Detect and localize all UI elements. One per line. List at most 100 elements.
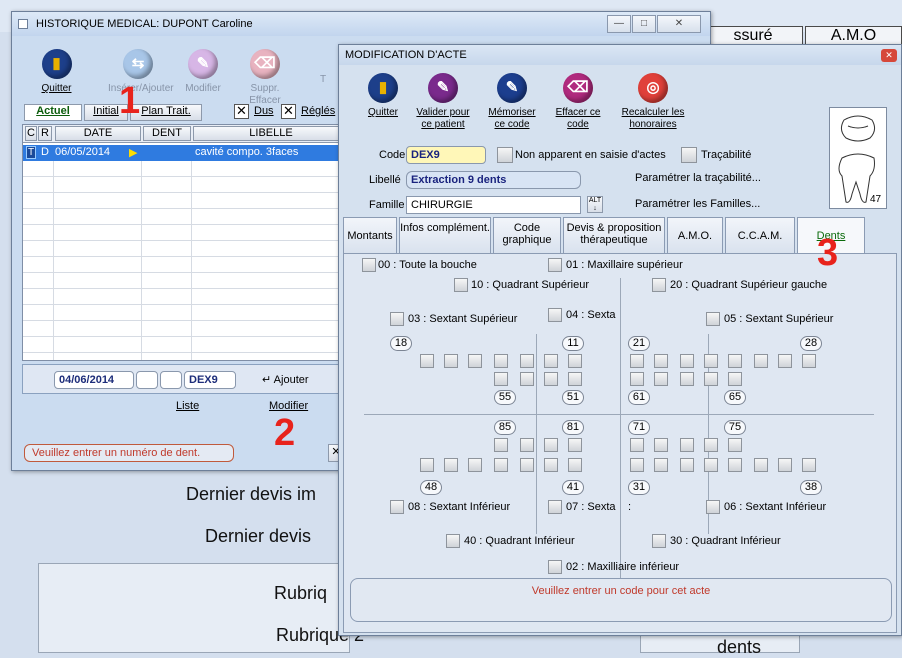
tooth-checkbox[interactable] (630, 372, 644, 386)
tab-devis-proposition[interactable]: Devis & proposition thérapeutique (563, 217, 665, 253)
header-r[interactable]: R (38, 126, 52, 141)
tooth-checkbox[interactable] (728, 372, 742, 386)
tooth-checkbox[interactable] (654, 372, 668, 386)
tooth-checkbox[interactable] (494, 372, 508, 386)
non-apparent-checkbox[interactable] (497, 147, 513, 163)
tooth-checkbox[interactable] (728, 438, 742, 452)
tooth-checkbox[interactable] (654, 354, 668, 368)
tooth-38[interactable]: 38 (800, 480, 822, 495)
famille-input[interactable]: CHIRURGIE (406, 196, 581, 214)
tooth-checkbox[interactable] (802, 354, 816, 368)
tooth-checkbox[interactable] (802, 458, 816, 472)
tooth-71[interactable]: 71 (628, 420, 650, 435)
tracabilite-checkbox[interactable] (681, 147, 697, 163)
tooth-checkbox[interactable] (520, 354, 534, 368)
param-familles-link[interactable]: Paramétrer les Familles... (635, 198, 760, 210)
alt-dropdown-button[interactable]: ALT ↓ (587, 196, 603, 213)
field-blank-1[interactable] (136, 371, 158, 389)
dus-checkbox[interactable]: ✕ (234, 104, 249, 119)
tooth-checkbox[interactable] (568, 372, 582, 386)
tooth-checkbox[interactable] (544, 354, 558, 368)
zone-02-button[interactable] (548, 560, 562, 574)
acte-close-icon[interactable]: ✕ (881, 49, 897, 62)
zone-07-button[interactable] (548, 500, 562, 514)
tooth-checkbox[interactable] (728, 354, 742, 368)
header-c[interactable]: C (25, 126, 37, 141)
historique-titlebar[interactable]: HISTORIQUE MEDICAL: DUPONT Caroline (12, 12, 710, 36)
tab-actuel[interactable]: Actuel (24, 104, 82, 121)
tooth-checkbox[interactable] (544, 372, 558, 386)
table-row[interactable]: T D 06/05/2014 ▶ cavité compo. 3faces (23, 145, 351, 161)
tooth-checkbox[interactable] (680, 458, 694, 472)
tooth-checkbox[interactable] (568, 354, 582, 368)
code-input[interactable]: DEX9 (406, 146, 486, 164)
tooth-55[interactable]: 55 (494, 390, 516, 405)
code-field[interactable]: DEX9 (184, 371, 236, 389)
tooth-checkbox[interactable] (494, 438, 508, 452)
date-field[interactable]: 04/06/2014 (54, 371, 134, 389)
tooth-checkbox[interactable] (468, 458, 482, 472)
tooth-checkbox[interactable] (544, 458, 558, 472)
tab-montants[interactable]: Montants (343, 217, 397, 253)
tooth-checkbox[interactable] (468, 354, 482, 368)
acte-titlebar[interactable]: MODIFICATION D'ACTE ✕ (339, 45, 901, 65)
header-dent[interactable]: DENT (143, 126, 191, 141)
zone-30-button[interactable] (652, 534, 666, 548)
tooth-checkbox[interactable] (654, 458, 668, 472)
tooth-61[interactable]: 61 (628, 390, 650, 405)
liste-button[interactable]: Liste (176, 400, 199, 412)
header-libelle[interactable]: LIBELLE (193, 126, 349, 141)
tooth-85[interactable]: 85 (494, 420, 516, 435)
tooth-checkbox[interactable] (568, 458, 582, 472)
zone-08-button[interactable] (390, 500, 404, 514)
tab-amo[interactable]: A.M.O. (667, 217, 723, 253)
suppr-effacer-button[interactable]: ⌫ Suppr. Effacer (234, 49, 296, 107)
tooth-65[interactable]: 65 (724, 390, 746, 405)
tooth-checkbox[interactable] (520, 458, 534, 472)
param-tracabilite-link[interactable]: Paramétrer la traçabilité... (635, 172, 761, 184)
tooth-checkbox[interactable] (704, 438, 718, 452)
tab-code-graphique[interactable]: Code graphique (493, 217, 561, 253)
zone-40-button[interactable] (446, 534, 460, 548)
maximize-button[interactable]: □ (632, 15, 656, 33)
tooth-checkbox[interactable] (704, 354, 718, 368)
modifier-button[interactable]: Modifier (269, 400, 308, 412)
libelle-input[interactable]: Extraction 9 dents (406, 171, 581, 189)
tooth-checkbox[interactable] (544, 438, 558, 452)
tooth-48[interactable]: 48 (420, 480, 442, 495)
memoriser-code-button[interactable]: ✎ Mémoriser ce code (482, 73, 542, 131)
ajouter-button[interactable]: ↵ Ajouter (262, 373, 309, 386)
zone-06-button[interactable] (706, 500, 720, 514)
acte-quitter-button[interactable]: ▮ Quitter (361, 73, 405, 119)
extra-tool-button[interactable]: T (316, 74, 330, 86)
tooth-checkbox[interactable] (704, 458, 718, 472)
tooth-checkbox[interactable] (680, 438, 694, 452)
tooth-checkbox[interactable] (420, 458, 434, 472)
tooth-checkbox[interactable] (444, 458, 458, 472)
tooth-checkbox[interactable] (444, 354, 458, 368)
tooth-checkbox[interactable] (630, 354, 644, 368)
tooth-checkbox[interactable] (494, 354, 508, 368)
tooth-checkbox[interactable] (778, 458, 792, 472)
tooth-checkbox[interactable] (630, 458, 644, 472)
tooth-31[interactable]: 31 (628, 480, 650, 495)
tooth-51[interactable]: 51 (562, 390, 584, 405)
regles-checkbox[interactable]: ✕ (281, 104, 296, 119)
tab-plan-trait[interactable]: Plan Trait. (130, 104, 202, 121)
tooth-checkbox[interactable] (754, 354, 768, 368)
tooth-81[interactable]: 81 (562, 420, 584, 435)
tooth-checkbox[interactable] (680, 372, 694, 386)
recalculer-honoraires-button[interactable]: ◎ Recalculer les honoraires (613, 73, 693, 131)
tooth-checkbox[interactable] (754, 458, 768, 472)
minimize-button[interactable]: — (607, 15, 631, 33)
valider-patient-button[interactable]: ✎ Valider pour ce patient (413, 73, 473, 131)
tooth-checkbox[interactable] (778, 354, 792, 368)
tooth-checkbox[interactable] (728, 458, 742, 472)
tooth-checkbox[interactable] (520, 438, 534, 452)
tooth-checkbox[interactable] (494, 458, 508, 472)
tooth-checkbox[interactable] (420, 354, 434, 368)
effacer-code-button[interactable]: ⌫ Effacer ce code (552, 73, 604, 131)
field-blank-2[interactable] (160, 371, 182, 389)
tooth-checkbox[interactable] (520, 372, 534, 386)
tooth-75[interactable]: 75 (724, 420, 746, 435)
